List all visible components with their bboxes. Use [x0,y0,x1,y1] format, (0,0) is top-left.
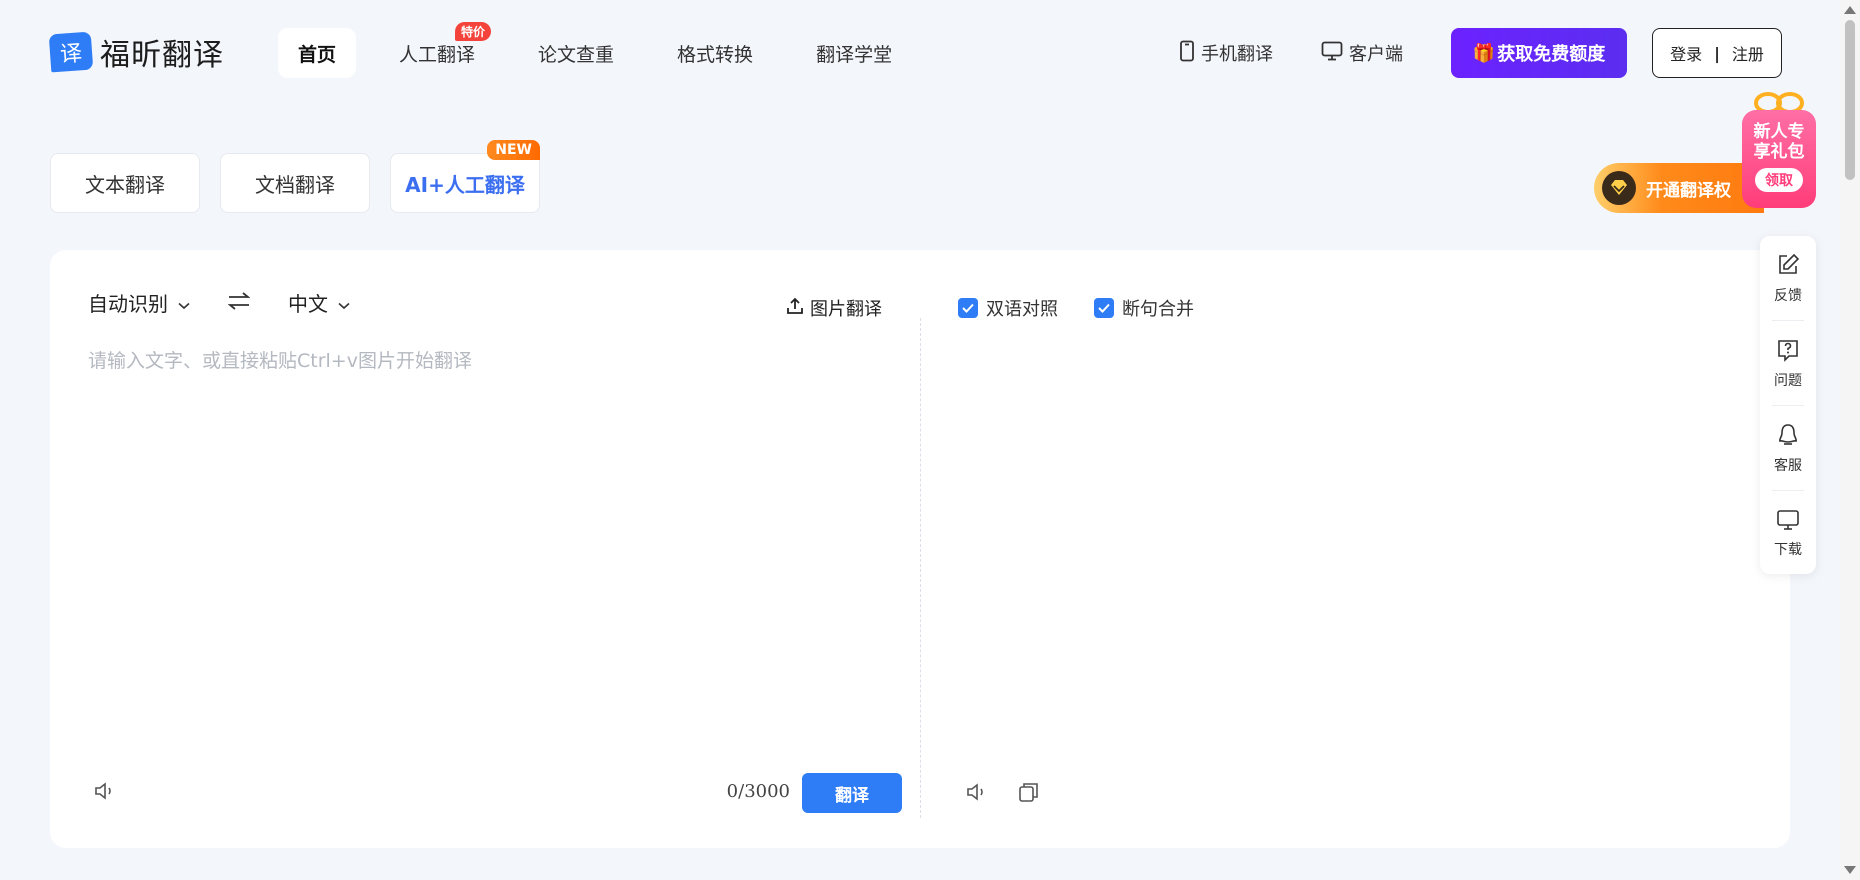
speaker-icon[interactable] [94,781,116,805]
header: 译 福昕翻译 首页 人工翻译 特价 论文查重 格式转换 翻译学堂 手机翻译 客户… [0,0,1840,106]
header-actions: 手机翻译 客户端 🎁 获取免费额度 登录 | 注册 [1179,28,1782,78]
gift-icon: 🎁 [1472,42,1496,64]
translation-panel: 自动识别 中文 图片翻译 请输入文字、或直接粘贴Ctrl+v图片开始翻译 0/3… [50,250,1790,848]
page-scrollbar[interactable] [1840,0,1860,880]
auth-box: 登录 | 注册 [1652,28,1782,78]
nav-plagiarism-check[interactable]: 论文查重 [518,28,634,78]
nav-translation-academy[interactable]: 翻译学堂 [796,28,912,78]
bilingual-checkbox[interactable]: 双语对照 [958,295,1058,321]
logo-icon: 译 [48,31,94,73]
main-nav: 首页 人工翻译 特价 论文查重 格式转换 翻译学堂 [278,22,935,78]
feedback-button[interactable]: 反馈 [1760,236,1816,321]
translate-button[interactable]: 翻译 [802,773,902,813]
nav-home-label: 首页 [298,43,337,66]
monitor-icon [1321,41,1343,66]
gift-title: 新人专享礼包 [1753,122,1805,162]
nav-human-translation[interactable]: 人工翻译 特价 [379,22,495,78]
source-language-select[interactable]: 自动识别 [88,288,190,317]
question-icon [1776,338,1800,366]
target-language-label: 中文 [288,292,328,316]
nav-human-translation-label: 人工翻译 [399,43,476,66]
gift-body: 新人专享礼包 领取 [1742,110,1816,208]
mode-tabs: 文本翻译 文档翻译 AI+人工翻译 NEW [50,140,560,213]
download-button[interactable]: 下载 [1760,491,1816,576]
swap-languages-icon[interactable] [227,291,251,315]
chevron-down-icon [338,291,350,315]
tab-text-translation-label: 文本翻译 [85,172,165,197]
tab-ai-human-translation[interactable]: AI+人工翻译 NEW [390,140,540,213]
translate-button-label: 翻译 [835,785,869,806]
customer-service-label: 客服 [1774,457,1802,474]
login-link[interactable]: 登录 [1670,41,1702,65]
checkmark-icon [958,298,978,318]
download-label: 下载 [1774,541,1802,558]
claim-gift-button[interactable]: 领取 [1755,168,1803,192]
desktop-client-label: 客户端 [1349,44,1403,65]
get-free-quota-label: 获取免费额度 [1497,44,1606,65]
speaker-icon[interactable] [966,782,988,806]
faq-button[interactable]: 问题 [1760,321,1816,406]
auth-separator: | [1714,43,1720,63]
scroll-down-arrow-icon[interactable] [1844,866,1856,874]
feedback-label: 反馈 [1774,287,1802,304]
tab-ai-human-translation-label: AI+人工翻译 [405,172,525,197]
floating-sidebar: 反馈 问题 客服 下载 [1760,236,1816,574]
target-footer [966,781,1070,807]
merge-sentences-label: 断句合并 [1122,299,1194,320]
upload-icon [786,297,804,320]
vip-diamond-icon [1602,171,1636,205]
get-free-quota-button[interactable]: 🎁 获取免费额度 [1451,28,1627,78]
tab-text-translation[interactable]: 文本翻译 [50,153,200,213]
nav-home[interactable]: 首页 [278,28,357,78]
nav-translation-academy-label: 翻译学堂 [816,43,893,66]
scroll-up-arrow-icon[interactable] [1844,6,1856,14]
nav-format-convert[interactable]: 格式转换 [657,28,773,78]
desktop-client-link[interactable]: 客户端 [1321,40,1403,66]
special-price-badge: 特价 [455,22,492,41]
bilingual-label: 双语对照 [986,299,1058,320]
newcomer-gift[interactable]: 新人专享礼包 领取 [1740,90,1818,210]
char-counter: 0/3000 [726,781,790,802]
source-language-label: 自动识别 [88,292,168,316]
image-translate-label: 图片翻译 [810,299,882,320]
source-footer: 0/3000 翻译 [94,773,902,813]
tab-document-translation[interactable]: 文档翻译 [220,153,370,213]
source-text-input[interactable] [88,346,888,746]
copy-icon[interactable] [1018,781,1040,807]
target-language-select[interactable]: 中文 [288,288,350,317]
chevron-down-icon [178,291,190,315]
nav-format-convert-label: 格式转换 [677,43,754,66]
customer-service-button[interactable]: 客服 [1760,406,1816,491]
source-pane: 自动识别 中文 图片翻译 请输入文字、或直接粘贴Ctrl+v图片开始翻译 0/3… [50,250,920,848]
monitor-icon [1776,509,1800,535]
logo[interactable]: 译 福昕翻译 [48,30,224,74]
support-icon [1776,423,1800,451]
phone-icon [1179,40,1195,67]
output-options: 双语对照 断句合并 [958,295,1230,321]
vip-banner-text: 开通翻译权 [1646,180,1731,201]
nav-plagiarism-check-label: 论文查重 [538,43,615,66]
merge-sentences-checkbox[interactable]: 断句合并 [1094,295,1194,321]
faq-label: 问题 [1774,372,1802,389]
mobile-translate-label: 手机翻译 [1201,44,1273,65]
language-row: 自动识别 中文 [88,288,350,317]
register-link[interactable]: 注册 [1732,41,1764,65]
checkmark-icon [1094,298,1114,318]
mobile-translate-link[interactable]: 手机翻译 [1179,40,1273,67]
target-pane: 双语对照 断句合并 [920,250,1790,848]
new-badge: NEW [487,140,540,160]
image-translate-button[interactable]: 图片翻译 [786,295,882,321]
brand-name: 福昕翻译 [100,38,224,73]
scroll-thumb[interactable] [1845,20,1855,180]
edit-icon [1776,253,1800,281]
vip-banner[interactable]: 开通翻译权 [1594,163,1764,213]
tab-document-translation-label: 文档翻译 [255,172,335,197]
